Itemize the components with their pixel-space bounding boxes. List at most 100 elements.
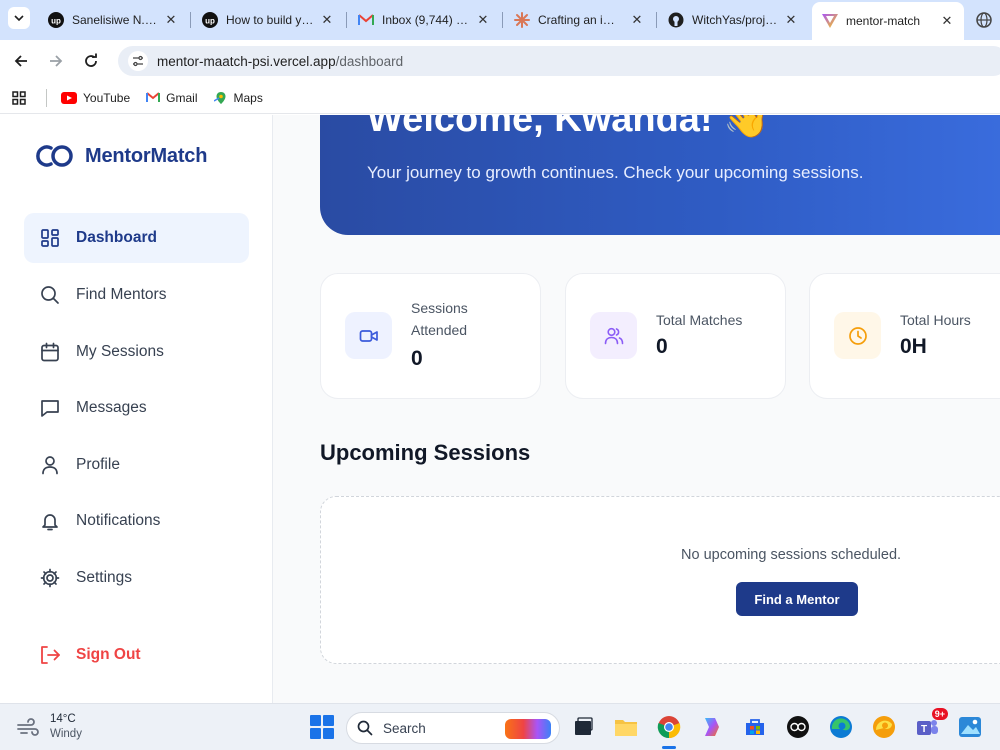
reload-button[interactable] (80, 50, 102, 72)
search-placeholder: Search (383, 720, 426, 736)
tab-search-button[interactable] (8, 7, 30, 29)
close-icon[interactable]: ✕ (630, 12, 644, 28)
browser-tab[interactable]: up How to build your ✕ (192, 4, 344, 36)
weather-condition: Windy (50, 728, 82, 740)
teams-icon[interactable]: T 9+ (914, 708, 948, 740)
main-content: Welcome, Kwanda! 👋 Your journey to growt… (273, 115, 1000, 703)
brand-name: MentorMatch (85, 144, 208, 167)
browser-tab[interactable]: up Sanelisiwe N. - Top ✕ (38, 4, 188, 36)
sidebar: MentorMatch Dashboard Find Mentors My Se… (0, 115, 273, 703)
search-icon (38, 283, 62, 307)
sidebar-item-dashboard[interactable]: Dashboard (24, 213, 249, 263)
browser-tab[interactable]: WitchYas/project ✕ (658, 4, 808, 36)
welcome-title: Welcome, Kwanda! 👋 (367, 115, 771, 140)
sidebar-item-notifications[interactable]: Notifications (24, 496, 249, 546)
taskbar-search[interactable]: Search (346, 712, 560, 744)
back-button[interactable] (10, 50, 32, 72)
microsoft-store-icon[interactable] (742, 714, 768, 740)
bookmark-gmail[interactable]: Gmail (146, 91, 198, 105)
search-icon (357, 720, 373, 736)
bookmark-maps[interactable]: Maps (213, 90, 263, 105)
video-icon (345, 312, 392, 359)
close-icon[interactable]: ✕ (784, 12, 798, 28)
stat-card-total-matches: Total Matches 0 (565, 273, 786, 399)
url-text: mentor-maatch-psi.vercel.app/dashboard (157, 54, 403, 69)
active-app-indicator (662, 746, 676, 749)
arrow-left-icon (14, 55, 27, 67)
svg-text:T: T (921, 724, 927, 735)
gmail-icon (358, 12, 374, 28)
photos-icon[interactable] (957, 714, 983, 740)
sidebar-item-settings[interactable]: Settings (24, 553, 249, 603)
globe-icon (976, 12, 992, 28)
stat-label: Total Matches (656, 312, 743, 328)
edge-beta-icon[interactable] (871, 714, 897, 740)
browser-tab-active[interactable]: mentor-match ✕ (812, 2, 964, 40)
chevron-down-icon (14, 15, 24, 22)
brand-logo[interactable]: MentorMatch (35, 143, 207, 169)
browser-tab[interactable]: Crafting an impres ✕ (504, 4, 654, 36)
tab-separator (502, 12, 503, 28)
apps-grid-button[interactable] (12, 90, 26, 105)
logout-icon (38, 643, 62, 667)
bookmark-youtube[interactable]: YouTube (61, 91, 130, 105)
close-icon[interactable]: ✕ (164, 12, 178, 28)
upcoming-sessions-empty-state: No upcoming sessions scheduled. Find a M… (320, 496, 1000, 664)
stat-value: 0 (656, 335, 668, 358)
sidebar-item-label: Profile (76, 456, 120, 473)
section-title-upcoming-sessions: Upcoming Sessions (320, 440, 531, 465)
close-icon[interactable]: ✕ (476, 12, 490, 28)
file-explorer-icon[interactable] (613, 714, 639, 740)
sidebar-item-my-sessions[interactable]: My Sessions (24, 327, 249, 377)
site-settings-icon[interactable] (128, 51, 148, 71)
forward-button[interactable] (45, 50, 67, 72)
sidebar-item-label: Notifications (76, 512, 161, 529)
stat-card-sessions-attended: Sessions Attended 0 (320, 273, 541, 399)
find-a-mentor-button[interactable]: Find a Mentor (736, 582, 858, 616)
empty-state-message: No upcoming sessions scheduled. (681, 547, 902, 563)
upwork-icon: up (202, 12, 218, 28)
sidebar-item-messages[interactable]: Messages (24, 383, 249, 433)
tab-title: mentor-match (846, 14, 921, 28)
welcome-subtitle: Your journey to growth continues. Check … (367, 163, 864, 182)
sign-out-label: Sign Out (76, 646, 141, 663)
notification-badge: 9+ (931, 708, 948, 720)
vercel-icon (822, 13, 838, 29)
tab-title: WitchYas/project (692, 13, 778, 27)
stat-value: 0 (411, 347, 423, 370)
bookmark-label: Maps (233, 90, 263, 105)
browser-tab-bar: up Sanelisiwe N. - Top ✕ up How to build… (0, 0, 1000, 40)
browser-tab[interactable]: Inbox (9,744) - nc ✕ (348, 4, 500, 36)
apps-grid-icon (12, 90, 26, 105)
copilot-icon[interactable] (699, 714, 725, 740)
edge-icon[interactable] (828, 714, 854, 740)
welcome-banner: Welcome, Kwanda! 👋 Your journey to growt… (320, 115, 1000, 235)
url-path: /dashboard (335, 53, 404, 69)
stat-label-line-1: Sessions (411, 300, 468, 316)
chrome-icon[interactable] (656, 714, 682, 740)
bell-icon (38, 509, 62, 533)
tab-separator (190, 12, 191, 28)
claude-icon (514, 12, 530, 28)
user-icon (38, 453, 62, 477)
close-icon[interactable]: ✕ (320, 12, 334, 28)
windows-taskbar: 14°C Windy Search T 9+ (0, 703, 1000, 750)
url-host: mentor-maatch-psi.vercel.app (157, 53, 336, 69)
sidebar-item-profile[interactable]: Profile (24, 440, 249, 490)
app-circle-icon[interactable] (785, 714, 811, 740)
windows-start-icon[interactable] (310, 715, 334, 739)
sidebar-item-find-mentors[interactable]: Find Mentors (24, 270, 249, 320)
clock-icon (834, 312, 881, 359)
stat-label: Total Hours (900, 312, 971, 328)
upwork-icon: up (48, 12, 64, 28)
weather-widget[interactable]: 14°C Windy (16, 712, 82, 742)
gear-icon (38, 566, 62, 590)
calendar-icon (38, 340, 62, 364)
task-view-icon[interactable] (570, 714, 596, 740)
reload-icon (85, 53, 97, 67)
browser-tab[interactable] (968, 4, 1000, 36)
close-icon[interactable]: ✕ (940, 13, 954, 29)
address-bar[interactable]: mentor-maatch-psi.vercel.app/dashboard (118, 46, 1000, 76)
users-icon (590, 312, 637, 359)
sign-out-button[interactable]: Sign Out (24, 630, 249, 680)
